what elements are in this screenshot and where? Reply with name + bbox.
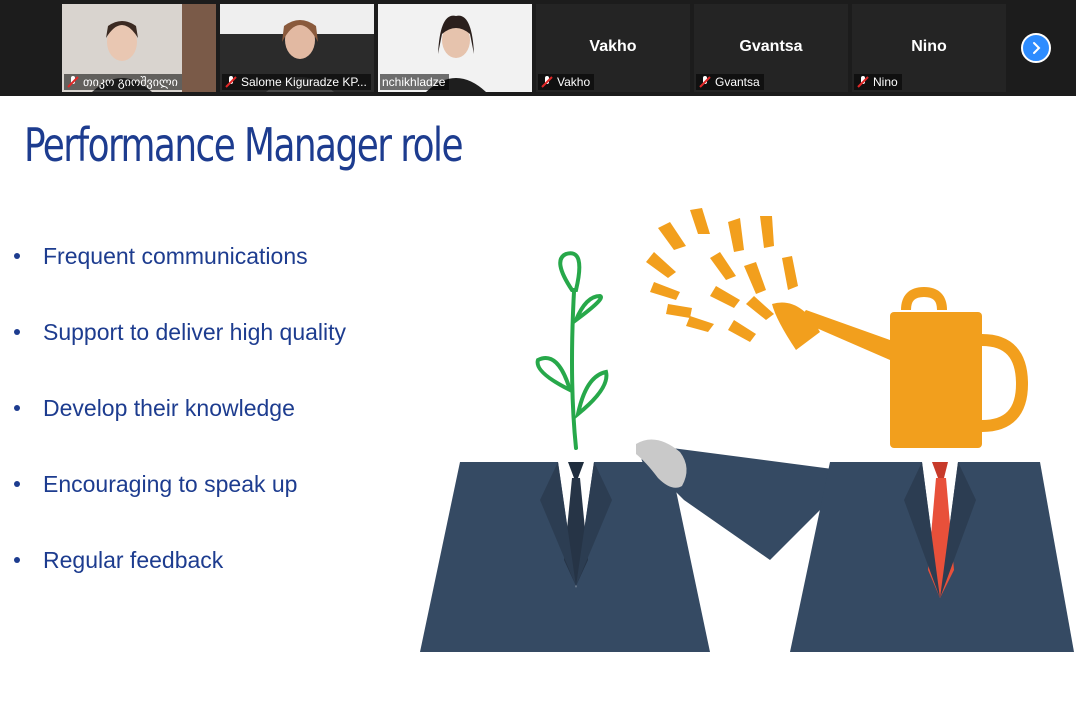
bullet-item: Develop their knowledge	[14, 390, 346, 466]
bullet-text: Regular feedback	[43, 547, 224, 573]
participant-name: Nino	[873, 75, 898, 89]
participant-name: nchikhladze	[382, 75, 446, 89]
mentoring-illustration	[420, 208, 1074, 652]
participant-display-name: Nino	[911, 38, 947, 55]
bullet-dot	[14, 329, 20, 335]
bullet-dot	[14, 481, 20, 487]
bullet-item: Support to deliver high quality	[14, 314, 346, 390]
participant-name-label: Vakho	[538, 74, 595, 90]
participant-tile-4[interactable]: Vakho Vakho	[536, 4, 690, 92]
participant-strip: თიკო გიოშვილი Salome Kiguradze KP... nch…	[0, 0, 1076, 96]
participant-name-label: Salome Kiguradze KP...	[222, 74, 371, 90]
bullet-item: Encouraging to speak up	[14, 466, 346, 542]
bullet-list: Frequent communications Support to deliv…	[14, 238, 346, 618]
participant-name: თიკო გიოშვილი	[83, 75, 178, 89]
mic-muted-icon	[67, 76, 79, 88]
bullet-item: Regular feedback	[14, 542, 346, 618]
left-businessman	[420, 462, 710, 652]
right-businessman	[790, 462, 1074, 652]
participant-name-label: nchikhladze	[380, 74, 450, 90]
bullet-dot	[14, 557, 20, 563]
participant-display-name: Vakho	[589, 38, 637, 55]
mic-muted-icon	[857, 76, 869, 88]
bullet-text: Frequent communications	[43, 243, 308, 269]
next-participants-button[interactable]	[1021, 33, 1051, 63]
participant-tile-3[interactable]: nchikhladze	[378, 4, 532, 92]
mic-muted-icon	[541, 76, 553, 88]
bullet-text: Develop their knowledge	[43, 395, 295, 421]
participant-display-name: Gvantsa	[739, 38, 803, 55]
participant-tile-5[interactable]: Gvantsa Gvantsa	[694, 4, 848, 92]
participant-name-label: Gvantsa	[696, 74, 764, 90]
participant-tile-1[interactable]: თიკო გიოშვილი	[62, 4, 216, 92]
chevron-right-icon	[1033, 42, 1041, 54]
mic-muted-icon	[699, 76, 711, 88]
participant-name: Gvantsa	[715, 75, 760, 89]
participant-name: Vakho	[557, 75, 591, 89]
participant-name-label: თიკო გიოშვილი	[64, 74, 182, 90]
plant	[535, 251, 609, 450]
bullet-text: Encouraging to speak up	[43, 471, 298, 497]
water-splash	[646, 208, 798, 342]
participant-tile-6[interactable]: Nino Nino	[852, 4, 1006, 92]
slide-title: Performance Manager role	[24, 118, 464, 172]
bullet-item: Frequent communications	[14, 238, 346, 314]
participant-name-label: Nino	[854, 74, 902, 90]
mic-muted-icon	[225, 76, 237, 88]
participant-name: Salome Kiguradze KP...	[241, 75, 367, 89]
bullet-dot	[14, 405, 20, 411]
bullet-dot	[14, 253, 20, 259]
watering-can	[772, 286, 1029, 448]
participant-tile-2[interactable]: Salome Kiguradze KP...	[220, 4, 374, 92]
bullet-text: Support to deliver high quality	[43, 319, 347, 345]
